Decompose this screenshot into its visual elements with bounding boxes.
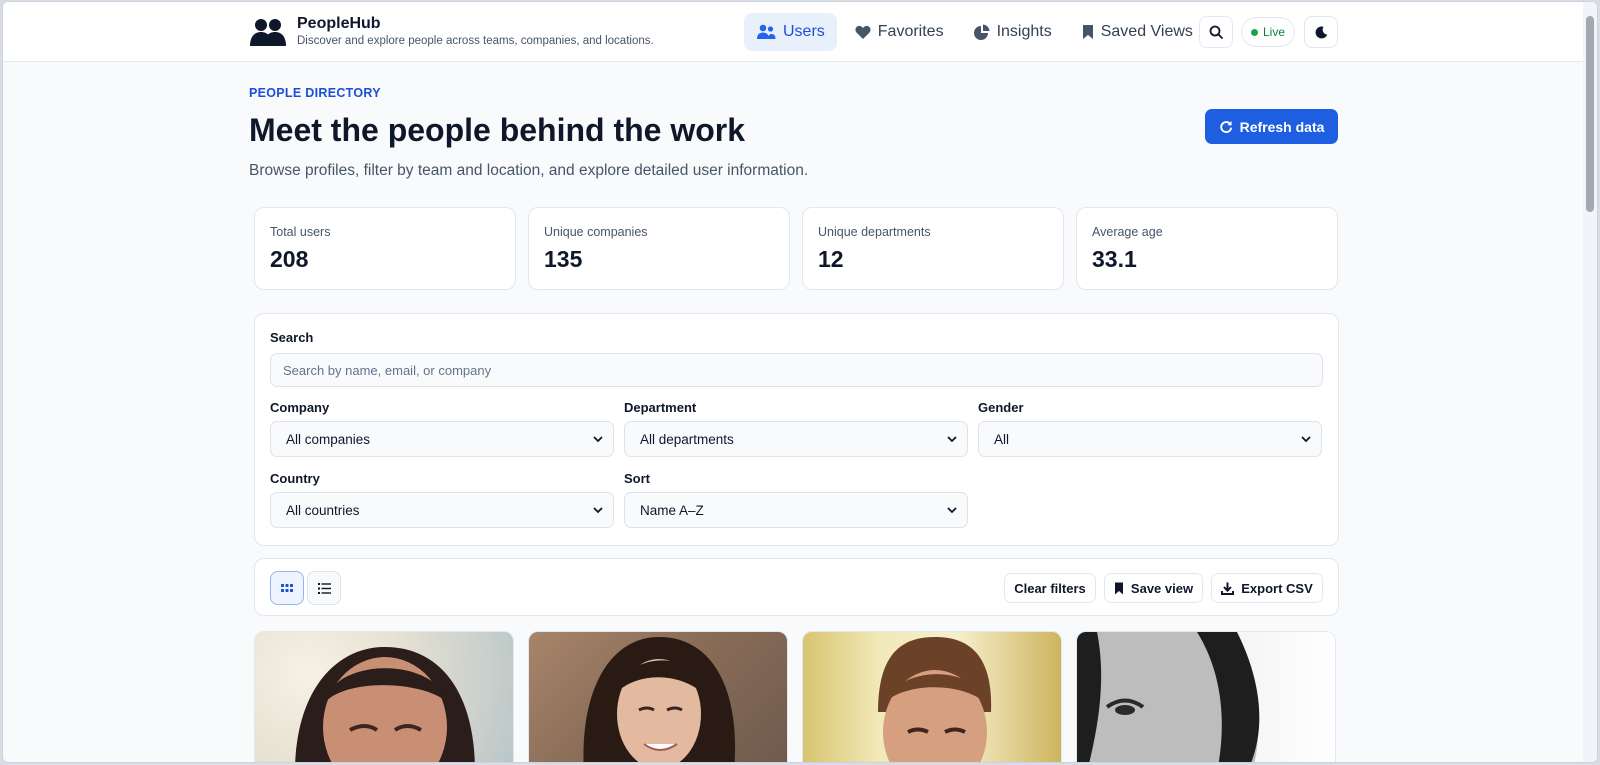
stat-card-average-age: Average age 33.1	[1076, 207, 1338, 290]
stat-label: Average age	[1092, 225, 1163, 239]
user-photo	[255, 632, 513, 762]
nav-insights[interactable]: Insights	[962, 13, 1064, 51]
search-icon	[1209, 25, 1223, 39]
bookmark-icon	[1114, 582, 1123, 594]
company-select-value: All companies	[286, 431, 371, 447]
department-select-value: All departments	[640, 431, 734, 447]
portrait-image	[1077, 632, 1260, 762]
department-label: Department	[624, 400, 697, 415]
gender-select-value: All	[994, 431, 1010, 447]
chevron-down-icon	[1301, 435, 1311, 442]
refresh-icon	[1219, 120, 1232, 133]
user-card[interactable]	[254, 631, 514, 762]
export-csv-button[interactable]: Export CSV	[1211, 573, 1323, 603]
list-view-button[interactable]	[307, 571, 341, 605]
user-photo	[1077, 632, 1335, 762]
brand-tagline: Discover and explore people across teams…	[297, 35, 654, 47]
nav-favorites[interactable]: Favorites	[843, 13, 956, 51]
stat-value: 33.1	[1092, 246, 1137, 272]
country-label: Country	[270, 471, 320, 486]
pie-chart-icon	[973, 24, 990, 40]
bookmark-icon	[1082, 25, 1093, 39]
search-label: Search	[270, 330, 314, 345]
heart-icon	[855, 25, 871, 39]
nav-saved-views-label: Saved Views	[1100, 23, 1193, 40]
grid-icon	[281, 584, 293, 592]
moon-icon	[1315, 25, 1327, 38]
stat-card-unique-companies: Unique companies 135	[528, 207, 790, 290]
gender-label: Gender	[978, 400, 1024, 415]
live-dot-icon	[1250, 28, 1258, 36]
sort-label: Sort	[624, 471, 650, 486]
stat-label: Total users	[270, 225, 331, 239]
search-button[interactable]	[1199, 16, 1233, 48]
user-photo	[803, 632, 1061, 762]
portrait-image	[878, 637, 992, 762]
search-input[interactable]	[270, 353, 1323, 387]
people-logo-icon	[250, 18, 286, 46]
user-card[interactable]	[802, 631, 1062, 762]
stat-card-total-users: Total users 208	[254, 207, 516, 290]
users-icon	[757, 24, 776, 39]
user-card[interactable]	[1076, 631, 1336, 762]
nav-users-label: Users	[783, 23, 825, 40]
brand-name: PeopleHub	[297, 15, 381, 32]
scrollbar-thumb[interactable]	[1586, 16, 1594, 212]
page-scrollbar[interactable]	[1583, 2, 1597, 762]
stat-value: 135	[544, 246, 583, 272]
results-toolbar: Clear filters Save view Export CSV	[254, 558, 1339, 616]
sort-select[interactable]: Name A–Z	[624, 492, 968, 528]
user-photo	[529, 632, 787, 762]
stat-value: 208	[270, 246, 309, 272]
company-select[interactable]: All companies	[270, 421, 614, 457]
app-window: PeopleHub Discover and explore people ac…	[2, 1, 1598, 763]
main-nav: Users Favorites Insights Saved Views	[744, 13, 1211, 51]
filters-panel: Search Company All companies Department …	[254, 313, 1339, 546]
stat-label: Unique departments	[818, 225, 931, 239]
stat-label: Unique companies	[544, 225, 648, 239]
chevron-down-icon	[947, 506, 957, 513]
sort-select-value: Name A–Z	[640, 502, 704, 518]
portrait-image	[295, 647, 475, 762]
department-select[interactable]: All departments	[624, 421, 968, 457]
refresh-data-button[interactable]: Refresh data	[1205, 109, 1338, 144]
grid-view-button[interactable]	[270, 571, 304, 605]
clear-filters-button[interactable]: Clear filters	[1004, 573, 1096, 603]
chevron-down-icon	[593, 506, 603, 513]
user-card[interactable]	[528, 631, 788, 762]
country-select-value: All countries	[286, 502, 360, 518]
chevron-down-icon	[947, 435, 957, 442]
nav-insights-label: Insights	[996, 23, 1052, 40]
page-eyebrow: PEOPLE DIRECTORY	[249, 86, 381, 100]
country-select[interactable]: All countries	[270, 492, 614, 528]
stat-value: 12	[818, 246, 844, 272]
nav-users[interactable]: Users	[744, 13, 837, 51]
save-view-label: Save view	[1130, 580, 1194, 596]
list-icon	[317, 582, 331, 594]
top-navbar: PeopleHub Discover and explore people ac…	[3, 2, 1585, 62]
clear-filters-label: Clear filters	[1014, 580, 1086, 596]
page-title: Meet the people behind the work	[249, 112, 746, 148]
brand[interactable]: PeopleHub Discover and explore people ac…	[249, 14, 654, 49]
download-icon	[1221, 582, 1235, 595]
page-subtitle: Browse profiles, filter by team and loca…	[249, 162, 809, 179]
export-csv-label: Export CSV	[1241, 580, 1313, 596]
company-label: Company	[270, 400, 330, 415]
gender-select[interactable]: All	[978, 421, 1322, 457]
refresh-data-label: Refresh data	[1239, 118, 1325, 135]
save-view-button[interactable]: Save view	[1104, 573, 1203, 603]
nav-favorites-label: Favorites	[877, 23, 944, 40]
theme-toggle-button[interactable]	[1304, 16, 1338, 48]
nav-saved-views[interactable]: Saved Views	[1070, 13, 1205, 51]
portrait-image	[583, 637, 736, 762]
live-label: Live	[1262, 25, 1285, 39]
stat-card-unique-departments: Unique departments 12	[802, 207, 1064, 290]
live-status-badge: Live	[1241, 17, 1295, 47]
chevron-down-icon	[593, 435, 603, 442]
